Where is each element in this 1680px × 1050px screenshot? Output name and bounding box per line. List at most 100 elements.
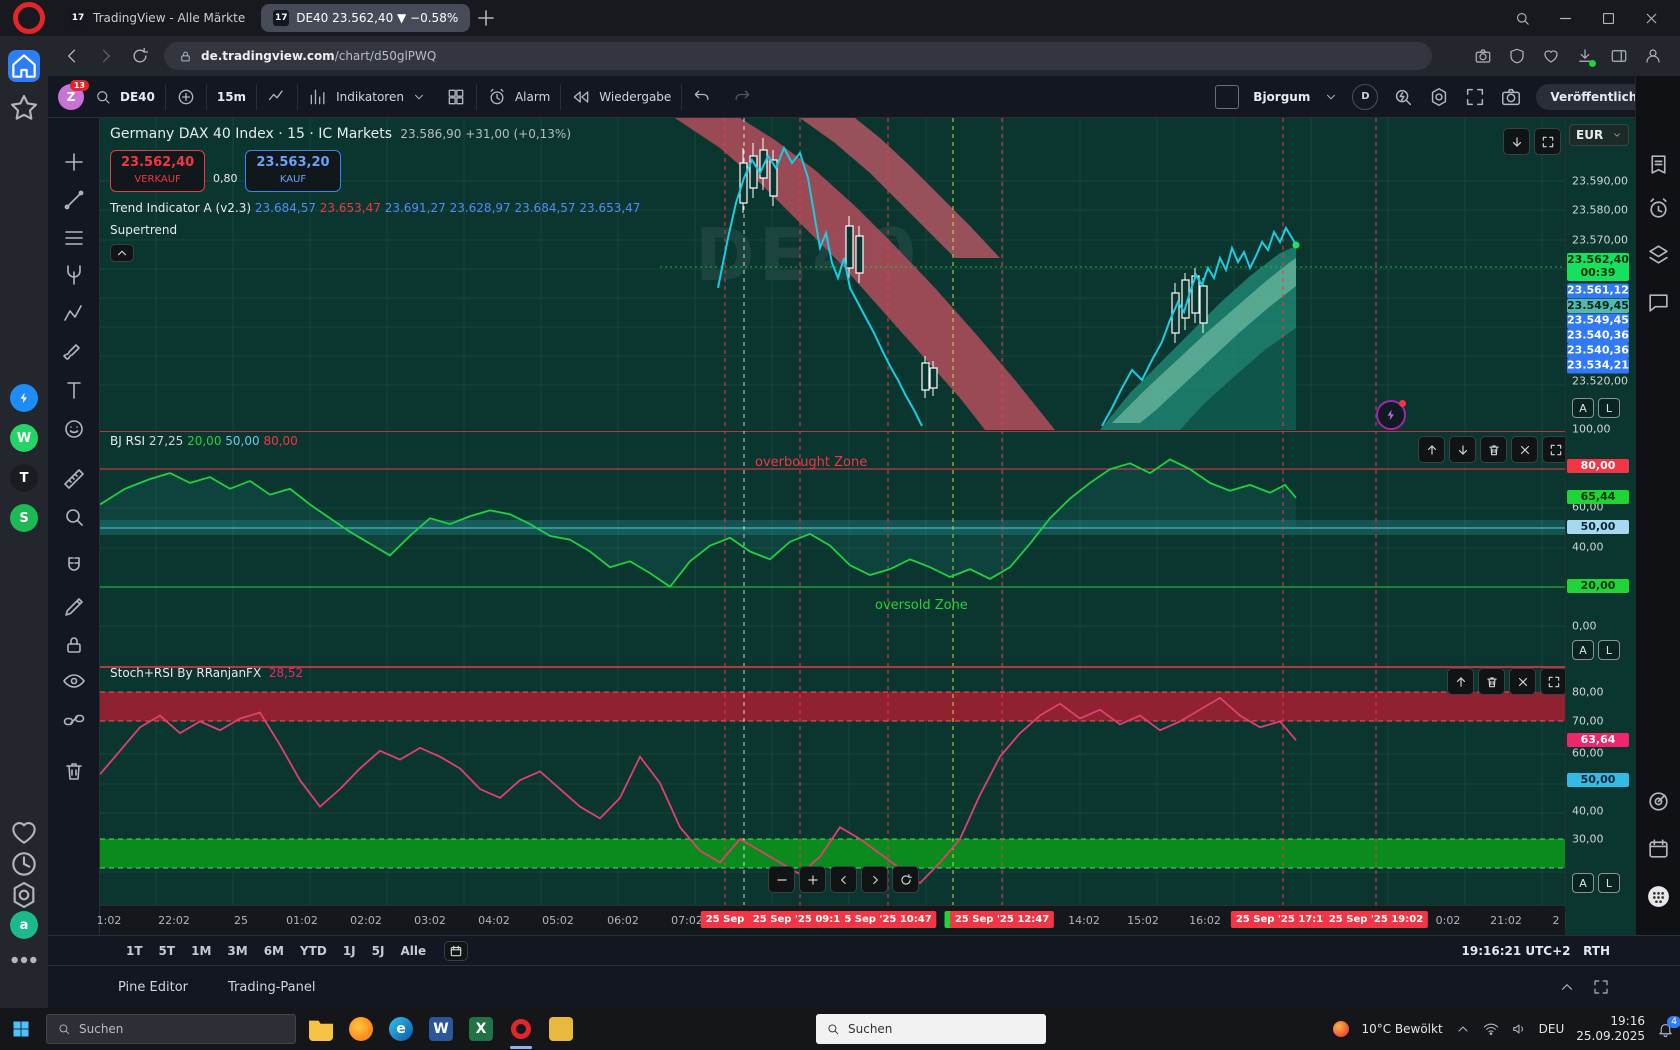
edge-app-icon[interactable]: e xyxy=(386,1014,416,1044)
interval-button[interactable]: 15m xyxy=(207,84,257,110)
range-1m[interactable]: 1M xyxy=(183,941,219,961)
watchlist-icon[interactable] xyxy=(1646,152,1671,177)
opera-app-icon[interactable] xyxy=(506,1014,536,1044)
range-ytd[interactable]: YTD xyxy=(292,941,335,961)
heart-icon[interactable] xyxy=(1542,47,1560,65)
keyboard-language[interactable]: DEU xyxy=(1539,1022,1565,1036)
trash-tool-icon[interactable] xyxy=(62,759,86,783)
sidebar-history-icon[interactable] xyxy=(8,848,40,880)
crosshair-tool-icon[interactable] xyxy=(62,150,86,174)
camera-icon[interactable] xyxy=(1500,86,1522,108)
sidebar-spotify-app-icon[interactable]: S xyxy=(10,504,38,532)
taskbar-search[interactable]: Suchen xyxy=(46,1014,296,1044)
undo-button[interactable] xyxy=(682,84,722,110)
new-tab-button[interactable] xyxy=(474,6,498,30)
maximize-win-icon[interactable] xyxy=(1600,10,1617,27)
log-scale-button[interactable]: L xyxy=(1598,873,1620,893)
download-icon[interactable] xyxy=(1576,47,1594,65)
sidebar-heart-icon[interactable] xyxy=(8,816,40,848)
compare-button[interactable] xyxy=(166,84,207,110)
explorer-app-icon[interactable] xyxy=(306,1014,336,1044)
range-alle[interactable]: Alle xyxy=(392,941,434,961)
chevron-up-icon[interactable] xyxy=(1455,1021,1471,1037)
link-tool-icon[interactable] xyxy=(62,708,86,732)
firefox-app-icon[interactable] xyxy=(346,1014,376,1044)
url-field[interactable]: de.tradingview.com/chart/d50glPWQ xyxy=(164,42,1432,70)
sell-button[interactable]: 23.562,40 VERKAUF xyxy=(110,150,205,192)
auto-scale-button[interactable]: A xyxy=(1572,873,1594,893)
browser-tab-2-active[interactable]: 17 DE40 23.562,40 ▼ −0.58% xyxy=(261,4,470,32)
arrow-up-button[interactable] xyxy=(1447,668,1474,695)
range-3m[interactable]: 3M xyxy=(219,941,255,961)
templates-button[interactable] xyxy=(436,84,477,110)
alert-button[interactable]: Alarm xyxy=(477,84,561,110)
chevron-up-icon[interactable] xyxy=(1558,978,1576,996)
fib-retracement-tool-icon[interactable] xyxy=(62,226,86,250)
range-5t[interactable]: 5T xyxy=(151,941,184,961)
object-tree-icon[interactable] xyxy=(1646,242,1671,267)
close-win-icon[interactable] xyxy=(1643,10,1660,27)
sidebar-more-icon[interactable] xyxy=(8,944,40,976)
chevron-down-icon[interactable] xyxy=(1324,90,1338,104)
taskbar-clock[interactable]: 19:16 25.09.2025 xyxy=(1576,1014,1645,1044)
range-5j[interactable]: 5J xyxy=(364,941,393,961)
server-clock[interactable]: 19:16:21 UTC+2 xyxy=(1462,944,1571,958)
chevron-left-button[interactable] xyxy=(830,866,857,893)
search-icon[interactable] xyxy=(1514,10,1531,27)
edit-tool-icon[interactable] xyxy=(62,595,86,619)
screener-radar-icon[interactable] xyxy=(1646,789,1671,814)
text-tool-icon[interactable] xyxy=(62,378,86,402)
camera-icon[interactable] xyxy=(1474,47,1492,65)
chart-type-button[interactable] xyxy=(257,84,298,110)
layout-name[interactable]: Bjorgum xyxy=(1253,90,1310,104)
panels-icon[interactable] xyxy=(1610,47,1628,65)
forward-icon[interactable] xyxy=(96,46,116,66)
symbol-search-button[interactable]: DE40 xyxy=(84,84,166,110)
trading-panel-tab[interactable]: Trading-Panel xyxy=(228,980,315,995)
lock-tool-icon[interactable] xyxy=(62,633,86,657)
reload-icon[interactable] xyxy=(130,46,150,66)
page-search-field[interactable]: Suchen xyxy=(816,1014,1046,1044)
layout-select-icon[interactable] xyxy=(1215,85,1239,109)
rsi-legend[interactable]: BJ RSI 27,25 20,00 50,00 80,00 xyxy=(110,434,298,448)
ruler-tool-icon[interactable] xyxy=(62,467,86,491)
stoch-legend[interactable]: Stoch+RSI By RRanjanFX 28,52 xyxy=(110,666,303,680)
settings-gear-icon[interactable] xyxy=(1428,86,1450,108)
chevron-right-button[interactable] xyxy=(861,866,888,893)
auto-scale-button[interactable]: A xyxy=(1572,640,1594,660)
chart-area[interactable]: DE40 Germany DAX 40 Index · 15 · IC Mark… xyxy=(100,118,1565,935)
sidebar-aria-app-icon[interactable]: a xyxy=(10,911,38,939)
start-button[interactable] xyxy=(6,1014,36,1044)
notification-center[interactable]: 4 xyxy=(1657,1021,1674,1038)
panel-divider[interactable] xyxy=(100,662,1565,663)
zoom-tool-icon[interactable] xyxy=(62,505,86,529)
opera-logo-icon[interactable] xyxy=(13,2,45,34)
sidebar-home-icon[interactable] xyxy=(8,50,40,82)
trend-line-tool-icon[interactable] xyxy=(62,188,86,212)
word-app-icon[interactable]: W xyxy=(426,1014,456,1044)
collapse-legend-button[interactable] xyxy=(110,244,134,262)
indicator-legend[interactable]: Trend Indicator A (v2.3) 23.684,57 23.65… xyxy=(110,201,640,215)
volume-icon[interactable] xyxy=(1511,1021,1527,1037)
close-button[interactable] xyxy=(1509,668,1536,695)
shield-icon[interactable] xyxy=(1508,47,1526,65)
brush-tool-icon[interactable] xyxy=(62,340,86,364)
trash-button[interactable] xyxy=(1478,668,1505,695)
close-button[interactable] xyxy=(1511,436,1538,463)
currency-dropdown[interactable]: EUR xyxy=(1569,124,1629,146)
range-1j[interactable]: 1J xyxy=(335,941,364,961)
pitchfork-tool-icon[interactable] xyxy=(62,263,86,287)
replay-button[interactable]: Wiedergabe xyxy=(561,84,682,110)
panel-divider[interactable] xyxy=(100,430,1565,431)
arrow-up-button[interactable] xyxy=(1418,436,1445,463)
range-6m[interactable]: 6M xyxy=(256,941,292,961)
range-1t[interactable]: 1T xyxy=(118,941,151,961)
maximize-button[interactable] xyxy=(1540,668,1567,695)
arrow-down-button[interactable] xyxy=(1503,128,1530,155)
alerts-clock-icon[interactable] xyxy=(1646,196,1671,221)
quick-alert-lightning-icon[interactable] xyxy=(1376,400,1406,430)
log-scale-button[interactable]: L xyxy=(1598,398,1620,418)
maximize-button[interactable] xyxy=(1534,128,1561,155)
chat-icon[interactable] xyxy=(1646,290,1671,315)
emoji-tool-icon[interactable] xyxy=(62,417,86,441)
